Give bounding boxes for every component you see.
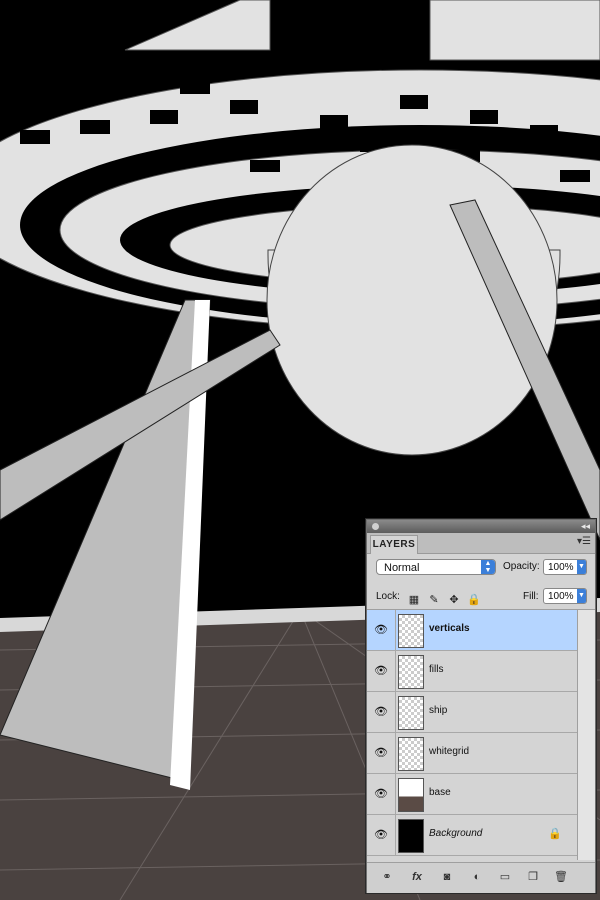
blend-mode-value: Normal [384, 562, 420, 574]
mask-icon[interactable]: ◙ [439, 870, 455, 884]
blend-mode-select[interactable]: Normal ▲ ▼ [376, 559, 496, 575]
collapse-icon[interactable]: ◂◂ [581, 520, 590, 533]
scrollbar[interactable] [577, 610, 595, 860]
lock-icon: 🔒 [548, 828, 562, 840]
layer-row-verticals[interactable]: 👁 verticals [367, 610, 577, 651]
eye-icon: 👁 [374, 747, 388, 759]
opacity-field[interactable]: 100% ▼ [543, 559, 587, 575]
panel-tabbar: LAYERS ▾☰ [367, 533, 595, 554]
select-arrows-icon: ▲ ▼ [481, 560, 495, 574]
layer-name: fills [429, 664, 444, 675]
layer-thumbnail [398, 819, 424, 853]
visibility-toggle[interactable]: 👁 [367, 774, 396, 814]
lock-label: Lock: [376, 591, 400, 602]
eye-icon: 👁 [374, 706, 388, 718]
lock-all-icon[interactable]: 🔒 [467, 593, 481, 607]
visibility-toggle[interactable]: 👁 [367, 610, 396, 650]
layer-name: Background [429, 828, 483, 839]
layer-row-base[interactable]: 👁 base [367, 774, 577, 815]
trash-icon[interactable]: 🗑 [553, 870, 569, 884]
layer-row-whitegrid[interactable]: 👁 whitegrid [367, 733, 577, 774]
visibility-toggle[interactable]: 👁 [367, 733, 396, 773]
layer-name: ship [429, 705, 448, 716]
lock-transparency-icon[interactable]: ▦ [407, 593, 421, 607]
panel-footer: ⚭ fx ◙ ◐ ▭ ❐ 🗑 [367, 862, 595, 893]
eye-icon: 👁 [374, 829, 388, 841]
layers-list: 👁 verticals 👁 fills 👁 ship 👁 whitegrid 👁… [367, 610, 577, 860]
fill-value: 100% [548, 591, 574, 602]
fill-field[interactable]: 100% ▼ [543, 588, 587, 604]
lock-position-icon[interactable]: ✥ [447, 593, 461, 607]
layers-panel: ◂◂ LAYERS ▾☰ Normal ▲ ▼ Opacity: 100% ▼ L… [366, 519, 596, 893]
fill-label: Fill: [523, 591, 539, 602]
layer-name: whitegrid [429, 746, 470, 757]
tab-layers[interactable]: LAYERS [370, 535, 418, 554]
layer-thumbnail [398, 737, 424, 771]
opacity-label: Opacity: [503, 561, 540, 572]
layer-name: base [429, 787, 451, 798]
eye-icon: 👁 [374, 624, 388, 636]
link-layers-icon[interactable]: ⚭ [379, 870, 395, 884]
opacity-value: 100% [548, 562, 574, 573]
lock-paint-icon[interactable]: ✎ [427, 593, 441, 607]
layer-row-fills[interactable]: 👁 fills [367, 651, 577, 692]
eye-icon: 👁 [374, 665, 388, 677]
layer-thumbnail [398, 696, 424, 730]
visibility-toggle[interactable]: 👁 [367, 815, 396, 855]
eye-icon: 👁 [374, 788, 388, 800]
panel-menu-icon[interactable]: ▾☰ [577, 536, 591, 547]
visibility-toggle[interactable]: 👁 [367, 692, 396, 732]
layer-row-background[interactable]: 👁 Background 🔒 [367, 815, 577, 856]
close-icon[interactable] [372, 523, 379, 530]
layer-thumbnail [398, 655, 424, 689]
visibility-toggle[interactable]: 👁 [367, 651, 396, 691]
layer-row-ship[interactable]: 👁 ship [367, 692, 577, 733]
dropdown-arrow-icon[interactable]: ▼ [577, 589, 586, 603]
adjustment-icon[interactable]: ◐ [469, 870, 485, 884]
panel-titlebar[interactable]: ◂◂ [367, 520, 595, 533]
lock-options: ▦ ✎ ✥ 🔒 [407, 590, 487, 607]
layer-name: verticals [429, 623, 470, 634]
fx-icon[interactable]: fx [409, 870, 425, 884]
group-folder-icon[interactable]: ▭ [497, 870, 513, 884]
new-layer-icon[interactable]: ❐ [525, 870, 541, 884]
layer-thumbnail [398, 778, 424, 812]
dropdown-arrow-icon[interactable]: ▼ [577, 560, 586, 574]
layer-thumbnail [398, 614, 424, 648]
